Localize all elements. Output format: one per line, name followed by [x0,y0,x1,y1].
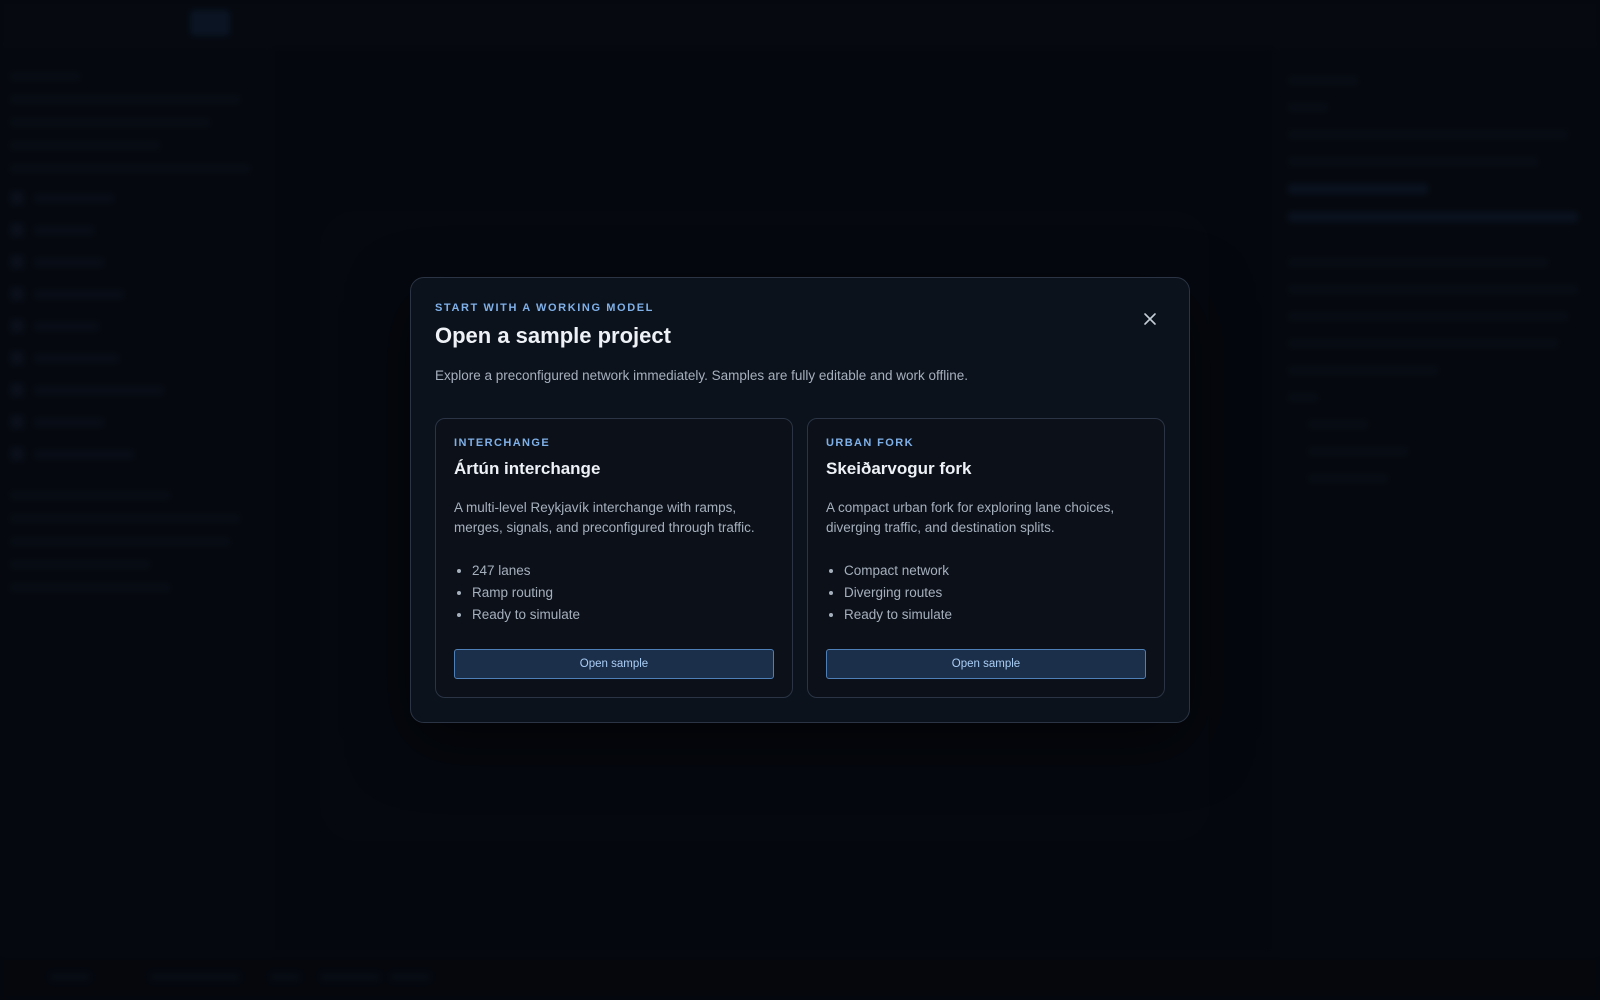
open-sample-button[interactable]: Open sample [454,649,774,679]
sample-cards: INTERCHANGE Ártún interchange A multi-le… [435,418,1165,698]
sample-card-skeidarvogur: URBAN FORK Skeiðarvogur fork A compact u… [807,418,1165,698]
card-feature-list: 247 lanes Ramp routing Ready to simulate [454,560,774,626]
card-eyebrow: INTERCHANGE [454,437,551,449]
card-eyebrow: URBAN FORK [826,437,914,449]
feature-item: 247 lanes [472,560,774,582]
card-description: A compact urban fork for exploring lane … [826,500,1115,535]
card-description: A multi-level Reykjavík interchange with… [454,500,755,535]
close-icon [1144,313,1156,325]
card-title: Skeiðarvogur fork [826,459,972,478]
close-button[interactable] [1131,300,1169,338]
card-feature-list: Compact network Diverging routes Ready t… [826,560,1146,626]
sample-card-artun: INTERCHANGE Ártún interchange A multi-le… [435,418,793,698]
card-title: Ártún interchange [454,459,601,478]
dialog-title: Open a sample project [435,323,671,348]
open-sample-button[interactable]: Open sample [826,649,1146,679]
feature-item: Ready to simulate [844,604,1146,626]
dialog-eyebrow: START WITH A WORKING MODEL [435,302,655,314]
feature-item: Ramp routing [472,582,774,604]
dialog-description: Explore a preconfigured network immediat… [435,368,969,383]
feature-item: Diverging routes [844,582,1146,604]
feature-item: Ready to simulate [472,604,774,626]
feature-item: Compact network [844,560,1146,582]
sample-project-dialog: START WITH A WORKING MODEL Open a sample… [410,277,1190,723]
